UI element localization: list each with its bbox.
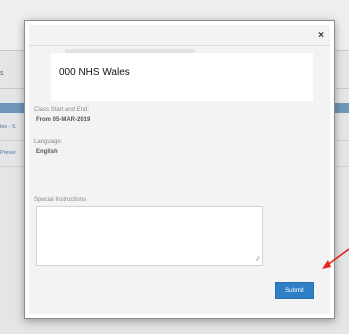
class-start-end-label: Class Start and End: xyxy=(34,107,90,113)
class-start-end-value: From 05-MAR-2019 xyxy=(36,117,91,123)
dialog-header-divider xyxy=(29,45,330,46)
background-tab-fragment: s xyxy=(0,70,4,77)
organisation-name: 000 NHS Wales xyxy=(51,53,313,101)
arrow-head xyxy=(322,260,331,269)
background-link: ies - S xyxy=(0,124,16,130)
special-instructions-label: Special Instructions xyxy=(34,197,87,203)
annotation-arrow-icon xyxy=(322,248,349,269)
resize-grip-icon[interactable]: ⁄⁄ xyxy=(257,257,259,263)
enrolment-dialog: × 000 NHS Wales Class Start and End: Fro… xyxy=(24,20,335,319)
background-table-header xyxy=(0,103,24,113)
language-label: Language: xyxy=(34,139,63,145)
background-link: Prevei xyxy=(0,150,16,156)
special-instructions-textarea[interactable]: ⁄⁄ xyxy=(36,206,263,266)
language-value: English xyxy=(36,149,58,155)
close-icon[interactable]: × xyxy=(318,30,324,41)
background-table-header xyxy=(335,103,349,113)
submit-button[interactable]: Submit xyxy=(275,282,314,299)
